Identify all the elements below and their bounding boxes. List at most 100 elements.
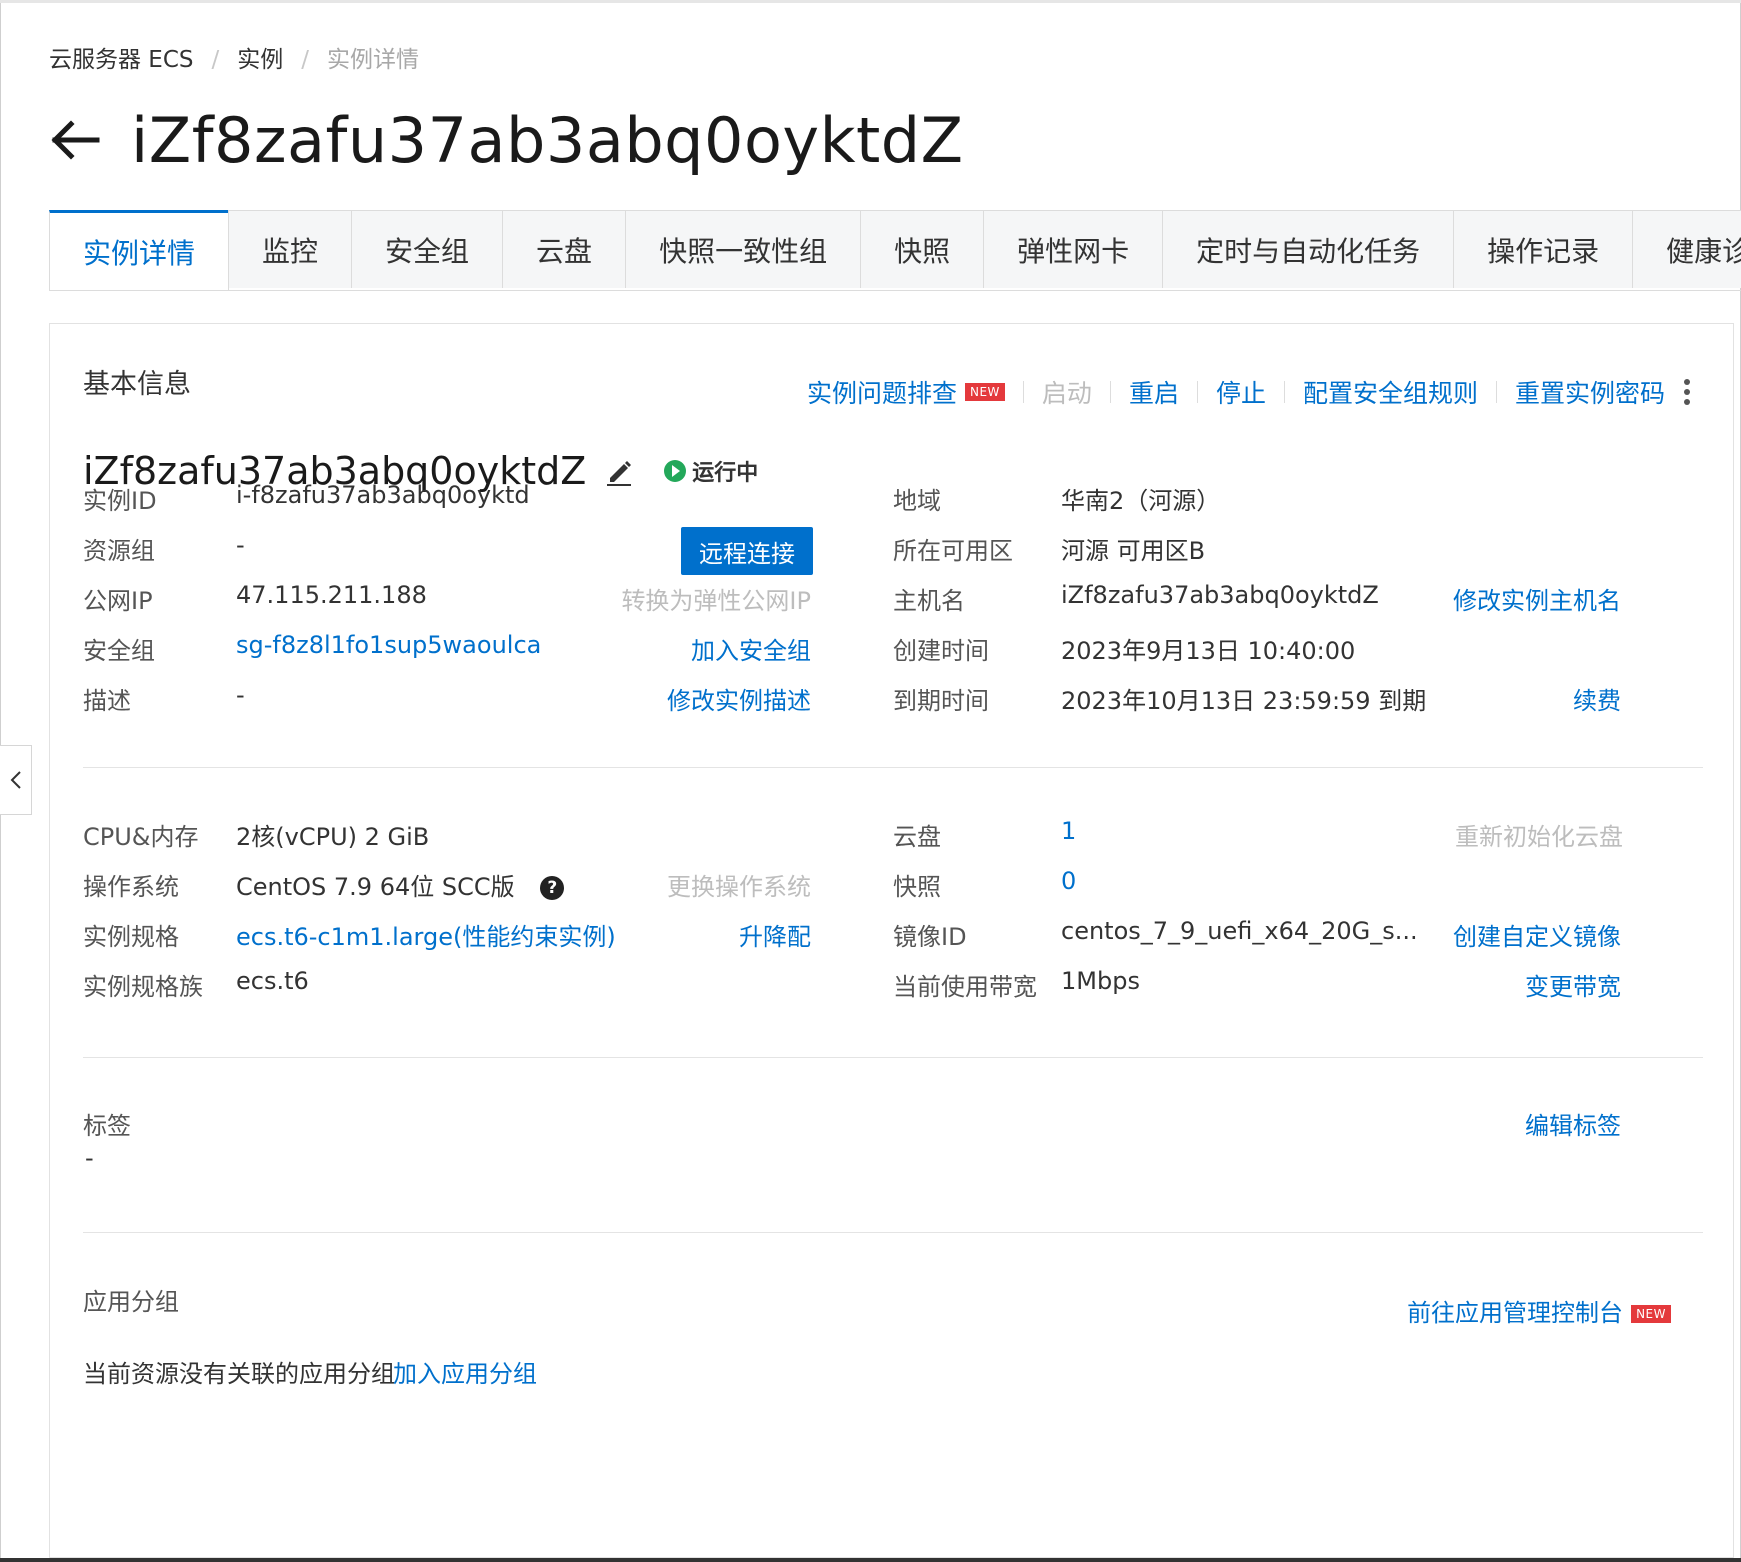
disk-label: 云盘 bbox=[893, 823, 941, 851]
stop-link[interactable]: 停止 bbox=[1216, 374, 1266, 410]
resource-group-label: 资源组 bbox=[83, 537, 155, 565]
basic-info-card: 基本信息 实例问题排查 NEW 启动 重启 停止 配置安全组规则 重置实例密码 … bbox=[49, 323, 1734, 1558]
breadcrumb-separator: / bbox=[301, 47, 310, 73]
divider-line bbox=[83, 1057, 1703, 1058]
instance-id-label: 实例ID bbox=[83, 487, 157, 515]
public-ip-label: 公网IP bbox=[83, 587, 153, 615]
spec-link[interactable]: ecs.t6-c1m1.large(性能约束实例) bbox=[236, 917, 616, 952]
upgrade-downgrade-link[interactable]: 升降配 bbox=[739, 917, 811, 952]
start-link[interactable]: 启动 bbox=[1042, 374, 1092, 410]
tab-health-diagnosis[interactable]: 健康诊 bbox=[1632, 210, 1741, 288]
page-title: iZf8zafu37ab3abq0oyktdZ bbox=[131, 103, 964, 177]
app-console-link[interactable]: 前往应用管理控制台 NEW bbox=[1407, 1293, 1671, 1328]
tab-scheduled-tasks[interactable]: 定时与自动化任务 bbox=[1162, 210, 1455, 288]
zone-value: 河源 可用区B bbox=[1061, 537, 1206, 565]
tab-disks[interactable]: 云盘 bbox=[502, 210, 627, 288]
convert-eip-link[interactable]: 转换为弹性公网IP bbox=[621, 581, 811, 616]
divider-line bbox=[83, 767, 1703, 768]
status-badge: 运行中 bbox=[664, 455, 758, 487]
resource-group-value: - bbox=[236, 531, 245, 559]
divider-line bbox=[83, 1232, 1703, 1233]
create-custom-image-link[interactable]: 创建自定义镜像 bbox=[1453, 917, 1621, 952]
join-security-group-link[interactable]: 加入安全组 bbox=[691, 631, 811, 666]
spec-family-value: ecs.t6 bbox=[236, 967, 309, 995]
running-icon bbox=[664, 460, 687, 482]
instance-actions: 实例问题排查 NEW 启动 重启 停止 配置安全组规则 重置实例密码 bbox=[807, 374, 1691, 410]
bandwidth-label: 当前使用带宽 bbox=[893, 973, 1037, 1001]
expires-label: 到期时间 bbox=[893, 687, 989, 715]
bandwidth-value: 1Mbps bbox=[1061, 967, 1140, 995]
tab-instance-details[interactable]: 实例详情 bbox=[49, 210, 230, 290]
cpu-mem-label: CPU&内存 bbox=[83, 823, 199, 851]
change-bandwidth-link[interactable]: 变更带宽 bbox=[1525, 967, 1621, 1002]
hostname-label: 主机名 bbox=[893, 587, 965, 615]
disk-count-link[interactable]: 1 bbox=[1061, 817, 1076, 845]
security-group-link[interactable]: sg-f8z8l1fo1sup5waoulca bbox=[236, 631, 541, 659]
tab-operation-log[interactable]: 操作记录 bbox=[1453, 210, 1634, 288]
cpu-mem-value: 2核(vCPU) 2 GiB bbox=[236, 823, 430, 851]
breadcrumb: 云服务器 ECS / 实例 / 实例详情 bbox=[49, 40, 419, 74]
os-value: CentOS 7.9 64位 SCC版 bbox=[236, 873, 515, 901]
reinit-disk-link[interactable]: 重新初始化云盘 bbox=[1455, 817, 1623, 852]
snapshot-count-link[interactable]: 0 bbox=[1061, 867, 1076, 895]
tab-snapshot-consistency-group[interactable]: 快照一致性组 bbox=[625, 210, 862, 288]
tags-value: - bbox=[85, 1144, 94, 1172]
tab-snapshots[interactable]: 快照 bbox=[860, 210, 985, 288]
troubleshoot-link[interactable]: 实例问题排查 bbox=[807, 374, 957, 410]
help-icon[interactable]: ? bbox=[540, 876, 565, 900]
edit-icon[interactable] bbox=[604, 456, 634, 486]
spec-label: 实例规格 bbox=[83, 923, 179, 951]
top-border bbox=[0, 0, 1741, 3]
section-title-basic-info: 基本信息 bbox=[83, 369, 191, 400]
breadcrumb-ecs[interactable]: 云服务器 ECS bbox=[49, 40, 194, 74]
tab-monitoring[interactable]: 监控 bbox=[228, 210, 353, 288]
app-console-text: 前往应用管理控制台 bbox=[1407, 1299, 1624, 1327]
tab-security-group[interactable]: 安全组 bbox=[351, 210, 504, 288]
restart-link[interactable]: 重启 bbox=[1129, 374, 1179, 410]
security-group-label: 安全组 bbox=[83, 637, 155, 665]
divider bbox=[1495, 381, 1497, 403]
os-value-row: CentOS 7.9 64位 SCC版 ? bbox=[236, 867, 565, 902]
sidebar-toggle[interactable] bbox=[0, 745, 32, 815]
instance-id-value: i-f8zafu37ab3abq0oyktd bbox=[236, 481, 530, 509]
app-group-empty-text: 当前资源没有关联的应用分组 bbox=[83, 1360, 395, 1388]
tab-bar: 实例详情 监控 安全组 云盘 快照一致性组 快照 弹性网卡 定时与自动化任务 操… bbox=[49, 210, 1741, 291]
reset-password-link[interactable]: 重置实例密码 bbox=[1515, 374, 1665, 410]
app-group-label: 应用分组 bbox=[83, 1288, 179, 1316]
expires-value: 2023年10月13日 23:59:59 到期 bbox=[1061, 687, 1427, 715]
zone-label: 所在可用区 bbox=[893, 537, 1013, 565]
divider bbox=[1022, 381, 1024, 403]
new-badge: NEW bbox=[1631, 1305, 1671, 1323]
divider bbox=[1283, 381, 1285, 403]
back-arrow-icon[interactable] bbox=[49, 120, 101, 160]
public-ip-value: 47.115.211.188 bbox=[236, 581, 427, 609]
edit-description-link[interactable]: 修改实例描述 bbox=[667, 681, 811, 716]
new-badge: NEW bbox=[964, 383, 1005, 401]
divider bbox=[1109, 381, 1111, 403]
hostname-value: iZf8zafu37ab3abq0oyktdZ bbox=[1061, 581, 1379, 609]
edit-tags-link[interactable]: 编辑标签 bbox=[1525, 1106, 1621, 1141]
renew-link[interactable]: 续费 bbox=[1573, 681, 1621, 716]
edit-hostname-link[interactable]: 修改实例主机名 bbox=[1453, 581, 1621, 616]
description-value: - bbox=[236, 681, 245, 709]
os-label: 操作系统 bbox=[83, 873, 179, 901]
change-os-link[interactable]: 更换操作系统 bbox=[667, 867, 811, 902]
spec-family-label: 实例规格族 bbox=[83, 973, 203, 1001]
join-app-group-link[interactable]: 加入应用分组 bbox=[393, 1354, 537, 1389]
description-label: 描述 bbox=[83, 687, 131, 715]
image-id-label: 镜像ID bbox=[893, 923, 967, 951]
created-label: 创建时间 bbox=[893, 637, 989, 665]
more-vertical-icon[interactable] bbox=[1683, 378, 1691, 406]
config-sg-rules-link[interactable]: 配置安全组规则 bbox=[1303, 374, 1478, 410]
breadcrumb-separator: / bbox=[211, 47, 220, 73]
created-value: 2023年9月13日 10:40:00 bbox=[1061, 637, 1356, 665]
status-text: 运行中 bbox=[692, 461, 759, 486]
snapshot-label: 快照 bbox=[893, 873, 941, 901]
bottom-border bbox=[0, 1558, 1741, 1562]
tab-eni[interactable]: 弹性网卡 bbox=[983, 210, 1164, 288]
image-id-value: centos_7_9_uefi_x64_20G_s... bbox=[1061, 917, 1418, 945]
breadcrumb-instances[interactable]: 实例 bbox=[237, 40, 283, 74]
remote-connect-button[interactable]: 远程连接 bbox=[681, 527, 813, 575]
tags-label: 标签 bbox=[83, 1112, 131, 1140]
region-value: 华南2（河源） bbox=[1061, 487, 1221, 515]
